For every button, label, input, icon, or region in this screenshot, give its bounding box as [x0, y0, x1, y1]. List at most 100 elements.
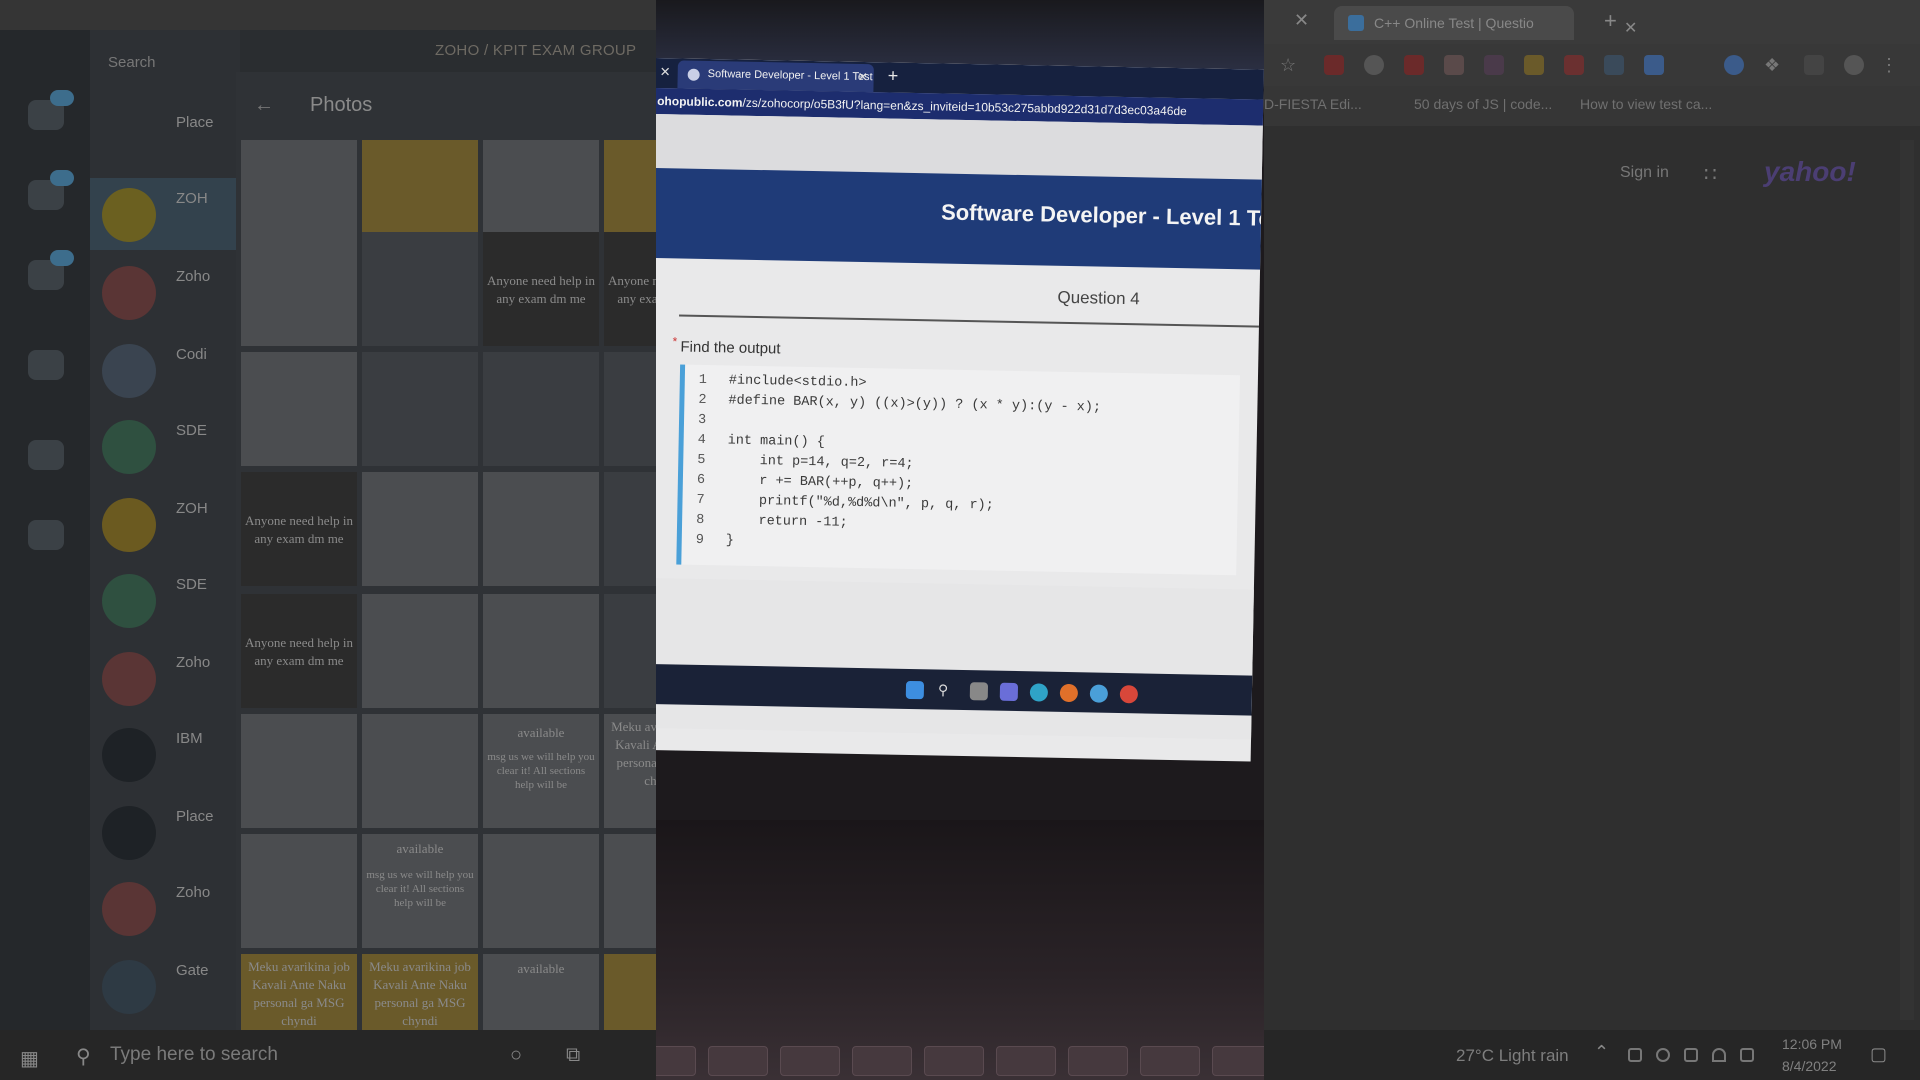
chat-list-item[interactable]: SDE: [90, 410, 240, 482]
photos-panel-title: Photos: [310, 94, 373, 116]
photo-thumbnail[interactable]: [604, 594, 656, 708]
archive-rail-icon[interactable]: [28, 440, 64, 470]
sidebar-icon[interactable]: [1804, 55, 1824, 75]
photo-thumbnail[interactable]: Anyone need help in any exam dm me: [241, 594, 357, 708]
scrollbar[interactable]: [1900, 140, 1914, 1020]
photo-thumbnail[interactable]: [483, 472, 599, 586]
photo-thumbnail[interactable]: Anyone need help in any exam dm me: [604, 232, 656, 346]
cortana-icon[interactable]: ○: [510, 1044, 522, 1067]
bookmark-link[interactable]: D-FIESTA Edi...: [1264, 96, 1362, 112]
photo-thumbnail[interactable]: Meku avarikina job Kavali Ante Naku pers…: [604, 714, 656, 828]
bookmark-link[interactable]: How to view test ca...: [1580, 96, 1712, 112]
extension-icon[interactable]: [1644, 55, 1664, 75]
puzzle-icon[interactable]: ❖: [1764, 55, 1784, 75]
photo-thumbnail[interactable]: [362, 594, 478, 708]
sign-in-link[interactable]: Sign in: [1620, 164, 1669, 182]
bookmark-star-icon[interactable]: ☆: [1280, 55, 1300, 75]
chat-list-item[interactable]: Zoho: [90, 872, 240, 944]
photo-thumbnail[interactable]: [362, 352, 478, 466]
more-vert-icon[interactable]: ⋮: [1880, 55, 1900, 75]
avatar[interactable]: [1844, 55, 1864, 75]
chat-list-item[interactable]: IBM: [90, 718, 240, 790]
close-tab-icon[interactable]: ✕: [1294, 10, 1309, 31]
photo-thumbnail[interactable]: available msg us we will help you clear …: [362, 834, 478, 948]
arrow-left-icon[interactable]: ←: [254, 94, 274, 117]
new-tab-icon[interactable]: +: [1604, 8, 1617, 34]
bookmark-link[interactable]: 50 days of JS | code...: [1414, 96, 1552, 112]
chat-name: Zoho: [176, 654, 211, 671]
chevron-up-icon[interactable]: ⌃: [1594, 1042, 1609, 1063]
photo-thumbnail[interactable]: [362, 472, 478, 586]
photo-thumbnail[interactable]: Anyone need help in any exam dm me: [483, 232, 599, 346]
line-number: 6: [696, 472, 706, 489]
notification-icon[interactable]: ▢: [1870, 1044, 1887, 1065]
chat-list-item[interactable]: SDE: [90, 564, 240, 636]
code-line: 9}: [696, 533, 734, 552]
keyboard-key: [1212, 1046, 1264, 1076]
photo-thumbnail[interactable]: [241, 714, 357, 828]
extension-icon[interactable]: [1604, 55, 1624, 75]
clock-date[interactable]: 8/4/2022: [1782, 1058, 1837, 1074]
windows-start-icon[interactable]: ▦: [20, 1046, 39, 1071]
photo-thumbnail[interactable]: [362, 232, 478, 346]
code-line: 3: [698, 413, 728, 432]
photo-thumbnail[interactable]: [241, 232, 357, 346]
chat-list-item[interactable]: Zoho: [90, 642, 240, 714]
browser-tab[interactable]: C++ Online Test | Questio ✕: [1334, 6, 1637, 40]
search-icon[interactable]: ⚲: [76, 1044, 91, 1069]
search-icon: ⚲: [937, 681, 949, 698]
keyboard-key: [996, 1046, 1056, 1076]
photo-thumbnail[interactable]: [604, 834, 656, 948]
chat-search-input[interactable]: Search: [108, 54, 156, 71]
chat-list-item[interactable]: Gate: [90, 950, 240, 1022]
extension-icon[interactable]: [1524, 55, 1544, 75]
photo-thumbnail[interactable]: [483, 352, 599, 466]
photo-thumbnail[interactable]: Meku avarikina job Kavali Ante Naku pers…: [362, 954, 478, 1030]
thumbnail-caption: Meku avarikina job Kavali Ante Naku pers…: [248, 959, 350, 1028]
photo-thumbnail[interactable]: [604, 352, 656, 466]
photo-thumbnail[interactable]: available msg us we will help you clear …: [483, 714, 599, 828]
taskbar-search-input[interactable]: Type here to search: [110, 1044, 278, 1066]
starred-rail-icon[interactable]: [28, 350, 64, 380]
photo-thumbnail[interactable]: [483, 834, 599, 948]
photo-thumbnail[interactable]: [241, 352, 357, 466]
extension-icon[interactable]: [1444, 55, 1464, 75]
extension-icon[interactable]: [1724, 55, 1744, 75]
cloud-icon[interactable]: [1656, 1048, 1670, 1062]
thumbnail-caption: Meku avarikina job Kavali Ante Naku pers…: [369, 959, 471, 1028]
photo-thumbnail[interactable]: available: [483, 954, 599, 1030]
close-icon[interactable]: ✕: [1624, 18, 1637, 38]
settings-rail-icon[interactable]: [28, 520, 64, 550]
photo-thumbnail[interactable]: [604, 954, 656, 1030]
chat-list-item[interactable]: ZOH: [90, 178, 240, 250]
photo-thumbnail[interactable]: [604, 472, 656, 586]
extension-icon[interactable]: [1564, 55, 1584, 75]
task-view-icon[interactable]: ⧉: [566, 1044, 580, 1067]
photo-thumbnail[interactable]: [241, 834, 357, 948]
photo-thumbnail[interactable]: [483, 594, 599, 708]
chat-list-item[interactable]: Zoho: [90, 256, 240, 328]
extension-icon[interactable]: [1484, 55, 1504, 75]
chat-list-item[interactable]: Place: [90, 796, 240, 868]
chat-list-item[interactable]: Codi: [90, 334, 240, 406]
code-text: #define BAR(x, y) ((x)>(y)) ? (x * y):(y…: [728, 393, 1102, 416]
weather-widget[interactable]: 27°C Light rain: [1456, 1046, 1569, 1066]
chat-list-item[interactable]: ZOH: [90, 488, 240, 560]
photo-thumbnail[interactable]: Anyone need help in any exam dm me: [241, 472, 357, 586]
extension-icon[interactable]: [1364, 55, 1384, 75]
avatar: [102, 806, 156, 860]
battery-icon[interactable]: [1684, 1048, 1698, 1062]
wifi-icon[interactable]: [1712, 1048, 1726, 1062]
thumbnail-caption: Anyone need help in any exam dm me: [245, 513, 353, 546]
apps-grid-icon[interactable]: ∷: [1704, 162, 1717, 187]
extension-icon[interactable]: [1404, 55, 1424, 75]
youtube-icon[interactable]: [1324, 55, 1344, 75]
photo-thumbnail[interactable]: [362, 714, 478, 828]
tray-app-icon[interactable]: [1628, 1048, 1642, 1062]
chat-list-item[interactable]: Place: [90, 102, 240, 174]
volume-icon[interactable]: [1740, 1048, 1754, 1062]
code-text: #include<stdio.h>: [728, 373, 867, 392]
clock-time[interactable]: 12:06 PM: [1782, 1036, 1842, 1052]
required-marker: *: [672, 334, 678, 349]
photo-thumbnail[interactable]: Meku avarikina job Kavali Ante Naku pers…: [241, 954, 357, 1030]
